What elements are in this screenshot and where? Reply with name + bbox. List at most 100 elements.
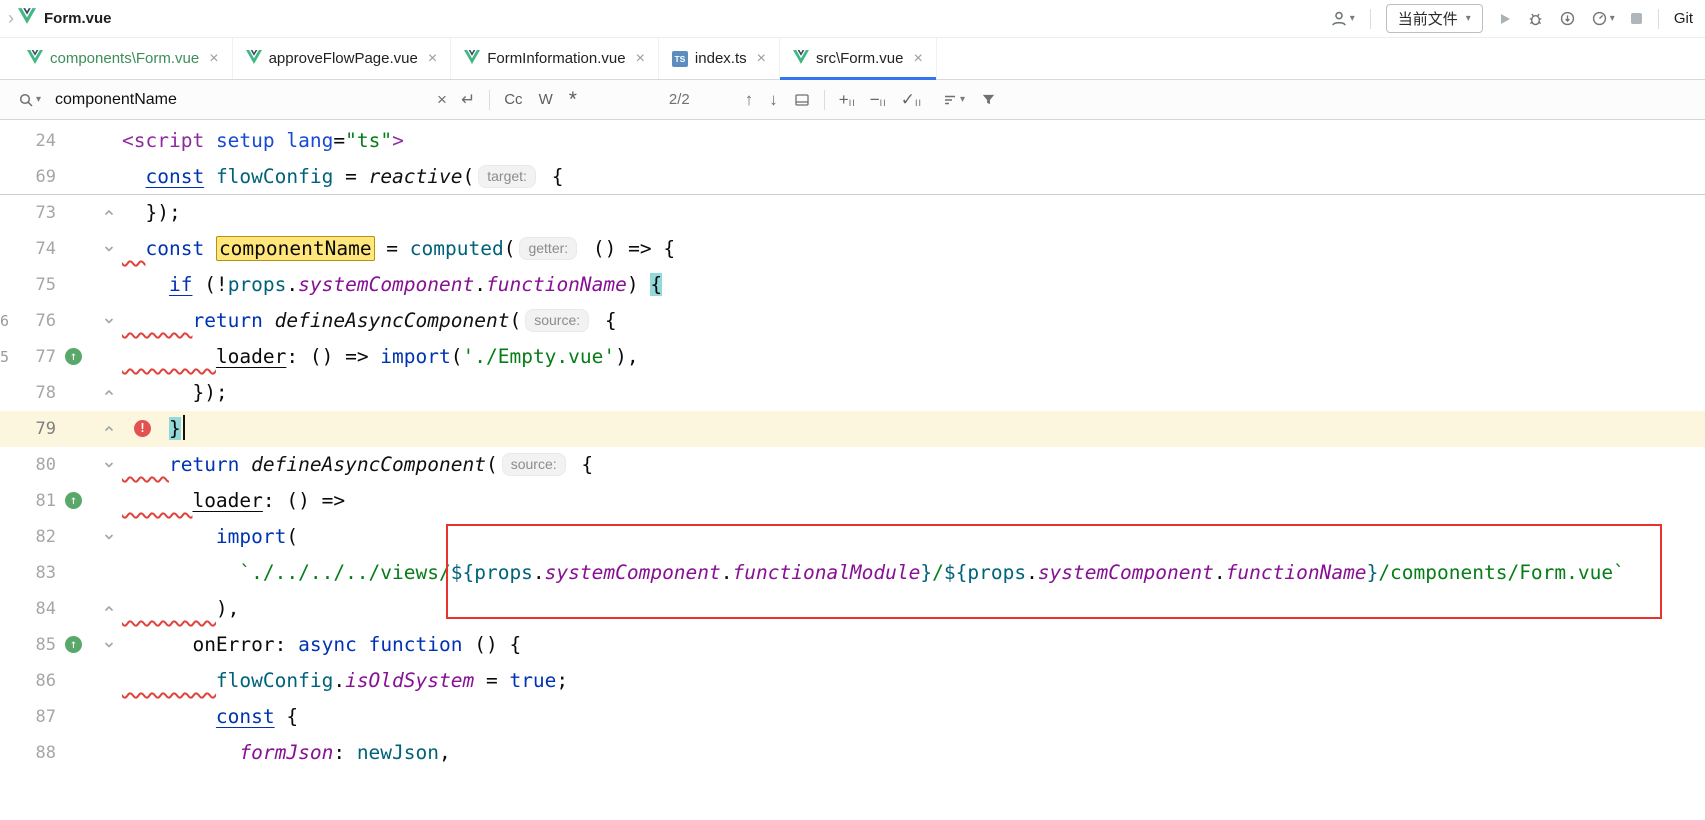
code-text[interactable]: return defineAsyncComponent(source: { [122, 303, 617, 339]
line-number[interactable]: 78 [0, 375, 56, 411]
code-text[interactable]: formJson: newJson, [122, 735, 451, 771]
code-text[interactable]: loader: () => [122, 483, 345, 519]
remove-occurrence-button[interactable]: −II [870, 90, 887, 110]
tab-close-icon[interactable]: × [913, 50, 922, 68]
code-text[interactable]: } [122, 411, 185, 447]
filter-results-button[interactable]: ▾ [942, 92, 965, 108]
line-number[interactable]: 88 [0, 735, 56, 771]
regex-toggle[interactable]: * [569, 95, 577, 105]
tab-close-icon[interactable]: × [636, 50, 645, 68]
select-all-occurrences-button[interactable]: ✓II [901, 90, 922, 110]
git-menu[interactable]: Git [1674, 10, 1693, 27]
add-occurrence-button[interactable]: +II [839, 90, 856, 110]
error-icon[interactable]: ! [134, 420, 151, 437]
code-text[interactable]: flowConfig.isOldSystem = true; [122, 663, 568, 699]
run-button[interactable] [1498, 12, 1512, 26]
line-number[interactable]: 81 [0, 483, 56, 519]
line-number[interactable]: 83 [0, 555, 56, 591]
gutter-green-arrow-icon[interactable]: ↑ [65, 348, 82, 365]
bug-icon [1527, 10, 1544, 27]
code-text[interactable]: if (!props.systemComponent.functionName)… [122, 267, 662, 303]
previous-occurrence-icon[interactable]: ↑ [745, 90, 754, 110]
code-text[interactable]: `./../../../views/${props.systemComponen… [122, 555, 1625, 591]
fold-end-icon[interactable] [100, 375, 118, 411]
clear-search-icon[interactable]: × [437, 90, 447, 110]
code-text[interactable]: const componentName = computed(getter: (… [122, 231, 675, 267]
stop-button[interactable] [1630, 12, 1643, 25]
divider [1370, 9, 1371, 29]
inlay-hint: target: [478, 165, 536, 188]
line-number[interactable]: 80 [0, 447, 56, 483]
inlay-hint: source: [525, 309, 589, 332]
line-number[interactable]: 73 [0, 195, 56, 231]
new-line-icon[interactable]: ↵ [461, 90, 475, 110]
tab-list: components\Form.vue×approveFlowPage.vue×… [14, 38, 937, 79]
line-number[interactable]: 87 [0, 699, 56, 735]
tab-close-icon[interactable]: × [209, 50, 218, 68]
line-number[interactable]: 75 [0, 267, 56, 303]
tab-close-icon[interactable]: × [428, 50, 437, 68]
chevron-down-icon: ▾ [36, 94, 41, 105]
code-editor[interactable]: 24 <script setup lang="ts"> 69 const flowC… [0, 120, 1705, 820]
stop-icon [1630, 12, 1643, 25]
line-number[interactable]: 86 [0, 663, 56, 699]
fold-collapse-icon[interactable] [100, 627, 118, 663]
code-text[interactable]: ), [122, 591, 239, 627]
next-occurrence-icon[interactable]: ↓ [769, 90, 778, 110]
code-text[interactable]: const flowConfig = reactive(target: { [122, 159, 563, 194]
tab-index-ts[interactable]: TSindex.ts× [659, 38, 780, 79]
line-number[interactable]: 24 [0, 123, 56, 159]
line-number[interactable]: 84 [0, 591, 56, 627]
code-line-81: 81 ↑ loader: () => [0, 483, 1705, 519]
code-line-78: 78 }); [0, 375, 1705, 411]
search-filter-button[interactable] [981, 92, 996, 107]
line-number[interactable]: 85 [0, 627, 56, 663]
gutter [56, 735, 122, 771]
search-history-button[interactable]: ▾ [18, 92, 41, 108]
vue-icon [464, 50, 480, 68]
tab-approveflowpage-vue[interactable]: approveFlowPage.vue× [233, 38, 452, 79]
divider [489, 90, 490, 110]
gutter [56, 303, 122, 339]
code-line-76: 676 return defineAsyncComponent(source: … [0, 303, 1705, 339]
code-text[interactable]: <script setup lang="ts"> [122, 123, 404, 159]
code-text[interactable]: loader: () => import('./Empty.vue'), [122, 339, 639, 375]
fold-collapse-icon[interactable] [100, 519, 118, 555]
fold-end-icon[interactable] [100, 591, 118, 627]
line-number[interactable]: 82 [0, 519, 56, 555]
gutter: ↑ [56, 483, 122, 519]
gutter-green-arrow-icon[interactable]: ↑ [65, 636, 82, 653]
code-line-82: 82 import( [0, 519, 1705, 555]
line-number[interactable]: 79 [0, 411, 56, 447]
fold-end-icon[interactable] [100, 195, 118, 231]
code-text[interactable]: import( [122, 519, 298, 555]
profiler-button[interactable]: ▾ [1591, 10, 1615, 27]
debug-button[interactable] [1527, 10, 1544, 27]
line-number[interactable]: 69 [0, 159, 56, 194]
tab-bar: components\Form.vue×approveFlowPage.vue×… [0, 38, 1705, 80]
user-account-button[interactable]: ▾ [1330, 10, 1355, 28]
code-text[interactable]: }); [122, 375, 228, 411]
match-case-toggle[interactable]: Cc [504, 91, 522, 108]
line-number[interactable]: 74 [0, 231, 56, 267]
vue-icon [793, 50, 809, 68]
tab-forminformation-vue[interactable]: FormInformation.vue× [451, 38, 659, 79]
fold-end-icon[interactable] [100, 411, 118, 447]
code-text[interactable]: onError: async function () { [122, 627, 521, 663]
run-configuration-selector[interactable]: 当前文件 ▾ [1386, 4, 1483, 33]
search-input[interactable]: componentName [55, 91, 437, 109]
tab-components-form-vue[interactable]: components\Form.vue× [14, 38, 233, 79]
fold-collapse-icon[interactable] [100, 231, 118, 267]
fold-collapse-icon[interactable] [100, 447, 118, 483]
fold-collapse-icon[interactable] [100, 303, 118, 339]
open-in-find-window-button[interactable] [794, 92, 810, 108]
code-text[interactable]: const { [122, 699, 298, 735]
words-toggle[interactable]: W [539, 91, 553, 108]
inlay-hint: source: [502, 453, 566, 476]
coverage-button[interactable] [1559, 10, 1576, 27]
tab-close-icon[interactable]: × [757, 50, 766, 68]
gutter-green-arrow-icon[interactable]: ↑ [65, 492, 82, 509]
tab-src-form-vue[interactable]: src\Form.vue× [780, 38, 937, 79]
code-text[interactable]: }); [122, 195, 181, 231]
code-text[interactable]: return defineAsyncComponent(source: { [122, 447, 593, 483]
